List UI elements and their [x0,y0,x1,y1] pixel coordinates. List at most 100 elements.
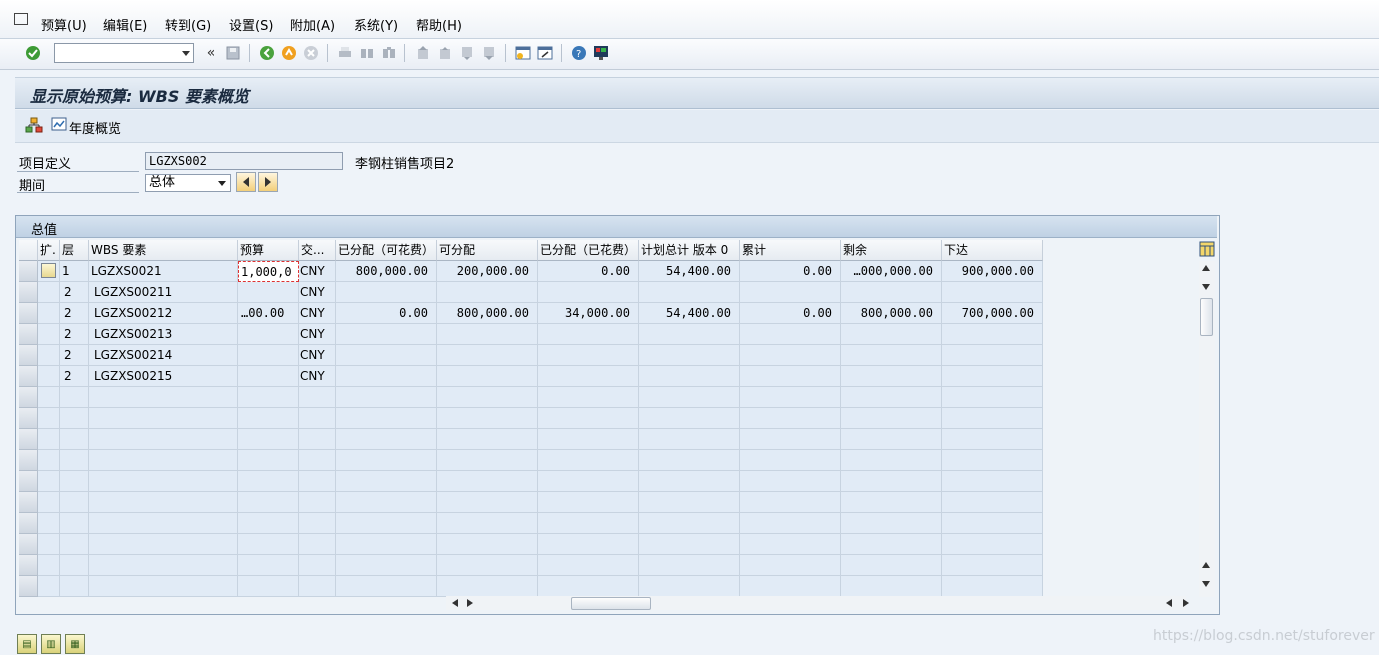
header-col-budget[interactable]: 预算 [238,240,299,261]
table-cell-budget[interactable] [238,282,299,303]
next-page-icon[interactable] [458,44,476,62]
project-def-field[interactable]: LGZXS002 [145,152,343,170]
help-icon[interactable]: ? [570,44,588,62]
empty-cell [299,471,336,492]
header-col-remaining[interactable]: 剩余 [841,240,942,261]
scroll-right-icon[interactable] [467,599,473,607]
horizontal-scroll-thumb[interactable] [571,597,651,610]
row-selector[interactable] [19,408,38,429]
scroll-left-icon[interactable] [452,599,458,607]
table-cell-budget[interactable] [238,366,299,387]
row-selector[interactable] [19,492,38,513]
menu-edit[interactable]: 编辑(E) [103,15,147,34]
shortcut-icon[interactable] [536,44,554,62]
empty-cell [38,429,60,450]
header-col-currency[interactable]: 交... [299,240,336,261]
back-double-icon[interactable]: « [202,44,220,62]
create-session-icon[interactable] [514,44,532,62]
row-selector[interactable] [19,429,38,450]
empty-cell [639,513,740,534]
period-select[interactable]: 总体 [145,174,231,192]
vertical-scroll-thumb[interactable] [1200,298,1213,336]
horizontal-scrollbar[interactable] [446,596,1186,610]
header-col-allocated-spendable[interactable]: 已分配（可花费） [336,240,437,261]
scroll-page-down-icon[interactable] [1202,581,1210,587]
row-selector[interactable] [19,303,38,324]
select-block-icon[interactable]: ▦ [65,634,85,654]
scroll-page-left-icon[interactable] [1166,599,1172,607]
table-cell-allocated-spendable [336,282,437,303]
find-icon[interactable] [358,44,376,62]
scroll-page-right-icon[interactable] [1183,599,1189,607]
enter-icon[interactable] [24,44,42,62]
row-selector[interactable] [19,387,38,408]
exit-icon[interactable] [280,44,298,62]
print-icon[interactable] [336,44,354,62]
menu-icon[interactable] [14,13,28,25]
empty-cell [60,513,89,534]
back-icon[interactable] [258,44,276,62]
header-col-allocated-spent[interactable]: 已分配（已花费） [538,240,639,261]
table-cell-level: 2 [60,366,89,387]
empty-cell [942,387,1043,408]
first-page-icon[interactable] [414,44,432,62]
table-cell-currency: CNY [299,261,336,282]
row-selector[interactable] [19,513,38,534]
scroll-down-icon[interactable] [1202,284,1210,290]
chevron-down-icon[interactable] [218,181,226,186]
row-selector[interactable] [19,471,38,492]
period-next-button[interactable] [258,172,278,192]
menu-goto[interactable]: 转到(G) [165,15,211,34]
row-selector[interactable] [19,282,38,303]
table-cell-budget[interactable] [238,324,299,345]
watermark: https://blog.csdn.net/stuforever [1153,628,1375,644]
row-selector[interactable] [19,366,38,387]
empty-cell [299,408,336,429]
menu-system[interactable]: 系统(Y) [354,15,398,34]
chevron-down-icon[interactable] [182,51,190,56]
menu-help[interactable]: 帮助(H) [416,15,462,34]
header-col-wbs-element[interactable]: WBS 要素 [89,240,238,261]
deselect-all-icon[interactable]: ▥ [41,634,61,654]
cancel-icon[interactable] [302,44,320,62]
header-col-plan-total[interactable]: 计划总计 版本 0 [639,240,740,261]
select-all-rows-button[interactable] [19,240,38,261]
row-selector[interactable] [19,450,38,471]
row-selector[interactable] [19,555,38,576]
column-settings-icon[interactable] [1199,241,1215,257]
header-col-cumulative[interactable]: 累计 [740,240,841,261]
row-selector[interactable] [19,576,38,597]
header-col-distributable[interactable]: 可分配 [437,240,538,261]
table-cell-budget[interactable]: 1,000,0 [238,261,299,282]
table-cell-budget[interactable]: …00.00 [238,303,299,324]
empty-cell [299,534,336,555]
header-col-level[interactable]: 层 [60,240,89,261]
scroll-up-icon[interactable] [1202,265,1210,271]
command-field[interactable] [54,43,194,63]
prev-page-icon[interactable] [436,44,454,62]
menu-settings[interactable]: 设置(S) [229,15,273,34]
save-icon[interactable] [224,44,242,62]
row-selector[interactable] [19,345,38,366]
scroll-page-up-icon[interactable] [1202,562,1210,568]
row-selector[interactable] [19,534,38,555]
header-col-released[interactable]: 下达 [942,240,1043,261]
hierarchy-icon[interactable] [25,117,43,133]
table-cell-allocated-spent: 0.00 [538,261,639,282]
empty-cell [538,555,639,576]
table-cell-budget[interactable] [238,345,299,366]
row-selector[interactable] [19,324,38,345]
last-page-icon[interactable] [480,44,498,62]
menu-extras[interactable]: 附加(A) [290,15,335,34]
expand-icon[interactable] [41,263,56,278]
select-all-icon[interactable]: ▤ [17,634,37,654]
annual-overview-button[interactable]: 年度概览 [69,118,121,137]
header-col-expand[interactable]: 扩. [38,240,60,261]
find-next-icon[interactable] [380,44,398,62]
row-selector[interactable] [19,261,38,282]
menu-budget[interactable]: 预算(U) [41,15,87,34]
table-cell-released: 900,000.00 [942,261,1043,282]
customize-layout-icon[interactable] [592,44,610,62]
annual-overview-icon[interactable] [51,117,67,131]
period-prev-button[interactable] [236,172,256,192]
